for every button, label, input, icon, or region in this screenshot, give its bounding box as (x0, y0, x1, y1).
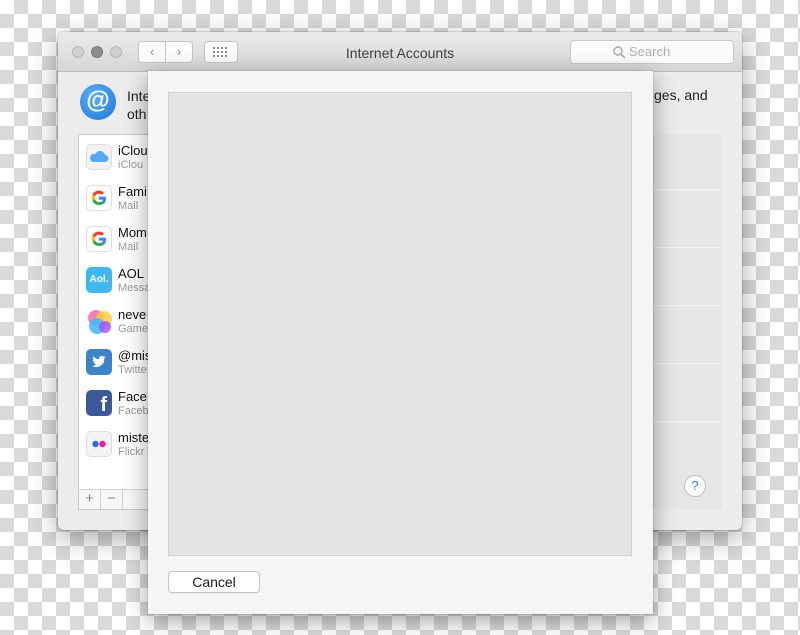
header-description-tail: ges, and (654, 87, 708, 103)
divider (650, 247, 722, 248)
twitter-icon (86, 349, 112, 375)
search-placeholder: Search (629, 44, 671, 59)
account-row-icloud[interactable]: iClou iClou (79, 139, 149, 180)
divider (650, 305, 722, 306)
account-type: iClou (118, 159, 144, 171)
aol-icon: Aol. (86, 267, 112, 293)
account-type: Flickr (118, 446, 145, 458)
header-line-2: oth (127, 106, 147, 122)
divider (650, 189, 722, 190)
title-bar: ‹ › Internet Accounts Search (58, 32, 742, 72)
account-name: iClou (118, 143, 148, 158)
help-button[interactable]: ? (684, 475, 706, 497)
account-setup-sheet: Cancel (148, 71, 653, 614)
account-row-google-family[interactable]: Fami Mail (79, 180, 149, 221)
header-line-1: Inte (127, 88, 151, 104)
account-name: Face (118, 389, 147, 404)
account-name: @mis (118, 348, 150, 363)
account-type: Mail (118, 200, 139, 212)
account-type: Faceb (118, 405, 149, 417)
account-row-facebook[interactable]: f Face Faceb (79, 385, 149, 426)
accounts-list[interactable]: iClou iClou Fami Mail Mom Mail Aol. AOL … (78, 134, 150, 509)
sheet-content-area (168, 92, 632, 556)
account-name: miste (118, 430, 150, 445)
icloud-icon (86, 144, 112, 170)
account-type: Messa (118, 282, 150, 294)
remove-account-button[interactable]: − (101, 490, 123, 509)
search-icon (613, 46, 626, 59)
google-icon (86, 185, 112, 211)
add-account-button[interactable]: + (79, 490, 101, 509)
divider (650, 421, 722, 422)
account-name: Mom (118, 225, 147, 240)
account-name: Fami (118, 184, 147, 199)
google-icon (86, 226, 112, 252)
header-description: Inte oth (127, 87, 150, 123)
accounts-list-toolbar: + − (78, 489, 150, 510)
divider (650, 363, 722, 364)
account-type: Twitte (118, 364, 147, 376)
account-row-aol[interactable]: Aol. AOL Messa (79, 262, 149, 303)
internet-accounts-at-icon: @ (80, 84, 116, 120)
account-details-pane (650, 134, 722, 509)
account-name: AOL (118, 266, 145, 281)
flickr-icon (86, 431, 112, 457)
search-field[interactable]: Search (570, 40, 734, 64)
account-row-game-center[interactable]: neve Game (79, 303, 149, 344)
account-row-google-mom[interactable]: Mom Mail (79, 221, 149, 262)
account-name: neve (118, 307, 147, 322)
account-row-twitter[interactable]: @mis Twitte (79, 344, 149, 385)
account-type: Game (118, 323, 148, 335)
facebook-icon: f (86, 390, 112, 416)
cancel-button[interactable]: Cancel (168, 571, 260, 593)
account-row-flickr[interactable]: miste Flickr (79, 426, 149, 467)
game-center-icon (86, 308, 112, 334)
account-type: Mail (118, 241, 139, 253)
